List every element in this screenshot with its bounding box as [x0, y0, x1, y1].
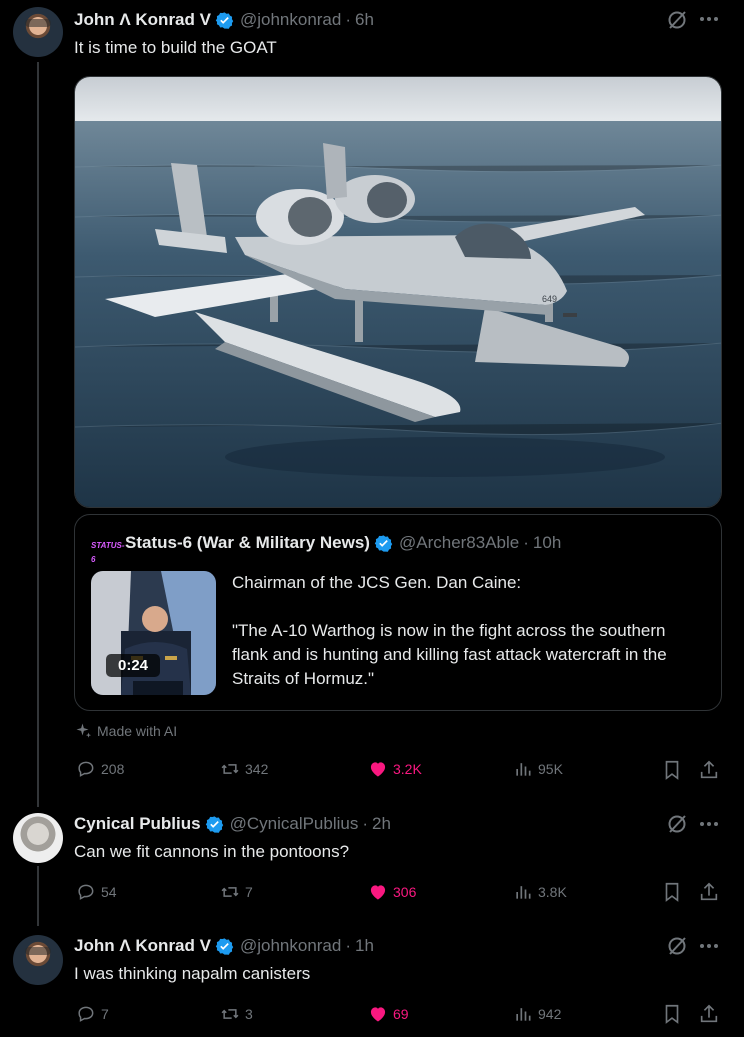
reply-icon — [78, 761, 94, 777]
avatar[interactable] — [13, 813, 63, 863]
post-header: John Λ Konrad V @johnkonrad · 1h — [74, 934, 374, 958]
author-name[interactable]: John Λ Konrad V — [74, 10, 211, 30]
grok-icon[interactable] — [665, 812, 689, 836]
reply-count: 208 — [101, 761, 125, 777]
avatar[interactable] — [13, 7, 63, 57]
like-icon — [370, 762, 386, 777]
share-icon[interactable] — [698, 1003, 720, 1025]
views-button[interactable]: 95K — [513, 759, 563, 779]
like-icon — [370, 885, 386, 900]
separator-dot: · — [523, 533, 529, 552]
quote-timestamp[interactable]: 10h — [533, 533, 561, 553]
quote-author-handle[interactable]: @Archer83Able — [399, 533, 519, 553]
repost-count: 7 — [245, 884, 253, 900]
separator-dot: · — [345, 10, 352, 29]
like-count: 69 — [393, 1006, 409, 1022]
views-icon — [516, 763, 531, 776]
reply-button[interactable]: 7 — [76, 1004, 109, 1024]
views-count: 3.8K — [538, 884, 567, 900]
repost-icon — [221, 764, 239, 774]
share-icon[interactable] — [698, 759, 720, 781]
repost-count: 342 — [245, 761, 269, 777]
repost-button[interactable]: 3 — [220, 1004, 253, 1024]
repost-button[interactable]: 342 — [220, 759, 268, 779]
post-image[interactable]: 649 — [74, 76, 722, 508]
thread-line — [37, 866, 39, 926]
reply-button[interactable]: 208 — [76, 759, 124, 779]
post-header: John Λ Konrad V @johnkonrad · 6h — [74, 8, 374, 32]
post-text: I was thinking napalm canisters — [74, 964, 311, 983]
video-thumbnail[interactable]: 0:24 — [91, 571, 216, 695]
separator-dot: · — [345, 936, 352, 955]
quoted-post[interactable]: STATUS-6 Status-6 (War & Military News) … — [74, 514, 722, 711]
repost-button[interactable]: 7 — [220, 882, 253, 902]
like-button[interactable]: 69 — [368, 1004, 409, 1024]
bookmark-icon[interactable] — [661, 1003, 683, 1025]
more-icon[interactable] — [697, 934, 721, 958]
quote-author-name[interactable]: Status-6 (War & Military News) — [125, 533, 370, 553]
views-icon — [516, 1008, 531, 1021]
bookmark-icon[interactable] — [661, 881, 683, 903]
like-count: 3.2K — [393, 761, 422, 777]
post-header: Cynical Publius @CynicalPublius · 2h — [74, 812, 391, 836]
reply-count: 7 — [101, 1006, 109, 1022]
like-icon — [370, 1007, 386, 1022]
verified-icon — [215, 937, 234, 956]
author-handle[interactable]: @CynicalPublius — [230, 814, 359, 834]
more-icon[interactable] — [697, 7, 721, 31]
post-text: Can we fit cannons in the pontoons? — [74, 842, 350, 861]
quote-header: Status-6 (War & Military News) @Archer83… — [125, 533, 561, 553]
views-count: 942 — [538, 1006, 562, 1022]
repost-icon — [221, 1009, 239, 1019]
reply-button[interactable]: 54 — [76, 882, 117, 902]
quote-avatar[interactable]: STATUS-6 — [91, 539, 124, 564]
author-handle[interactable]: @johnkonrad — [240, 10, 341, 30]
author-handle[interactable]: @johnkonrad — [240, 936, 341, 956]
views-icon — [516, 886, 531, 899]
views-button[interactable]: 942 — [513, 1004, 561, 1024]
reply-icon — [78, 884, 94, 900]
like-button[interactable]: 306 — [368, 882, 416, 902]
sparkle-icon — [75, 722, 93, 740]
views-button[interactable]: 3.8K — [513, 882, 567, 902]
separator-dot: · — [362, 814, 369, 833]
post-text: It is time to build the GOAT — [74, 38, 277, 57]
grok-icon[interactable] — [665, 8, 689, 32]
video-duration: 0:24 — [106, 654, 161, 677]
made-with-ai-label[interactable]: Made with AI — [75, 721, 177, 741]
timestamp[interactable]: 6h — [355, 10, 374, 30]
quote-text: Chairman of the JCS Gen. Dan Caine: "The… — [232, 571, 692, 691]
aircraft-number: 649 — [542, 294, 557, 304]
timestamp[interactable]: 2h — [372, 814, 391, 834]
made-with-ai-text: Made with AI — [97, 723, 178, 739]
views-count: 95K — [538, 761, 563, 777]
verified-icon — [374, 534, 393, 553]
more-icon[interactable] — [697, 812, 721, 836]
verified-icon — [205, 815, 224, 834]
reply-icon — [78, 1006, 94, 1022]
reply-count: 54 — [101, 884, 117, 900]
author-name[interactable]: Cynical Publius — [74, 814, 201, 834]
like-button[interactable]: 3.2K — [368, 759, 422, 779]
repost-icon — [221, 887, 239, 897]
quote-text-line: "The A-10 Warthog is now in the fight ac… — [232, 621, 667, 688]
quote-text-line: Chairman of the JCS Gen. Dan Caine: — [232, 573, 522, 592]
share-icon[interactable] — [698, 881, 720, 903]
timestamp[interactable]: 1h — [355, 936, 374, 956]
thread-line — [37, 62, 39, 807]
grok-icon[interactable] — [665, 934, 689, 958]
verified-icon — [215, 11, 234, 30]
author-name[interactable]: John Λ Konrad V — [74, 936, 211, 956]
avatar[interactable] — [13, 935, 63, 985]
repost-count: 3 — [245, 1006, 253, 1022]
like-count: 306 — [393, 884, 417, 900]
bookmark-icon[interactable] — [661, 759, 683, 781]
